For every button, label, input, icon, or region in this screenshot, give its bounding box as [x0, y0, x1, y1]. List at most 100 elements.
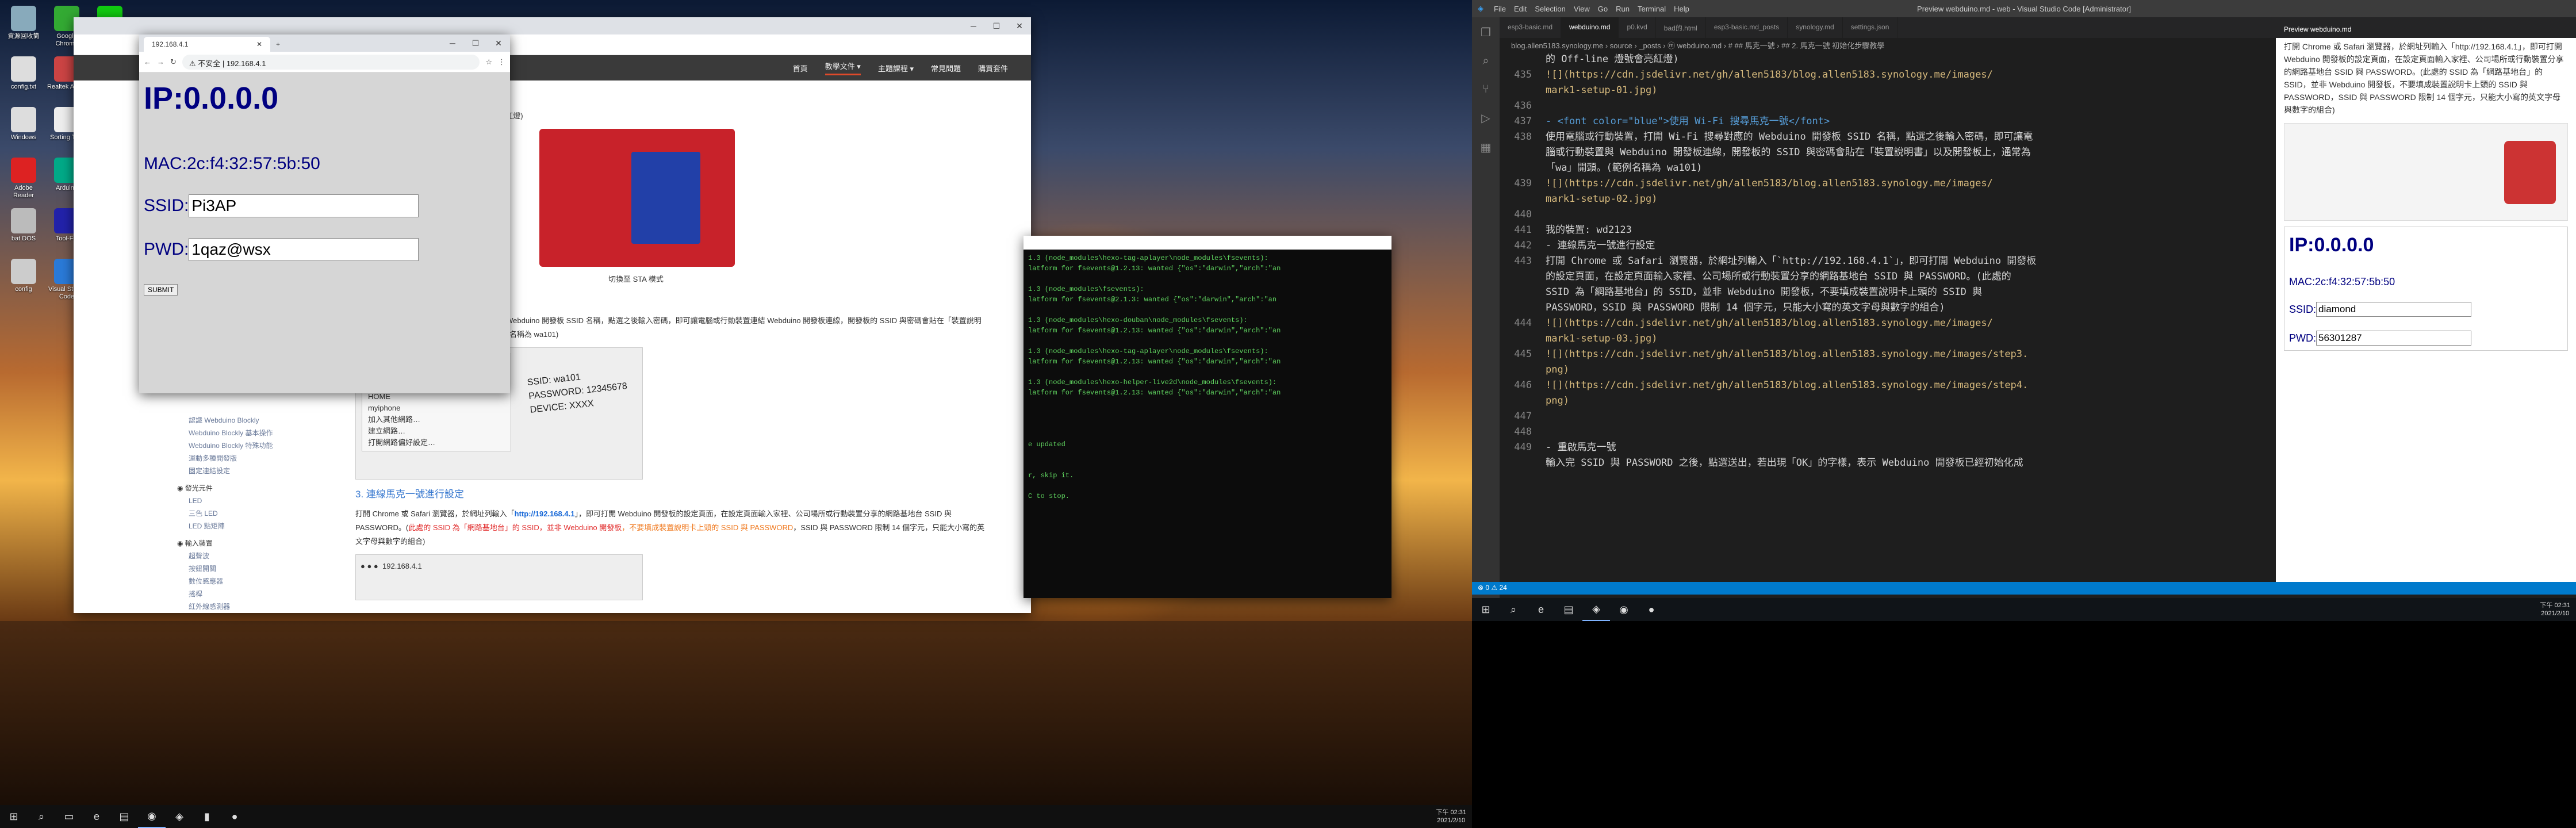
code-line: 449 - 重啟馬克一號 — [1500, 440, 2276, 455]
submit-button[interactable]: SUBMIT — [144, 284, 178, 296]
code-editor[interactable]: 的 Off-line 燈號會亮紅燈) 435 ![](https://cdn.jsd… — [1500, 52, 2276, 581]
forward-icon[interactable]: → — [157, 57, 164, 66]
start-icon[interactable]: ⊞ — [1472, 598, 1500, 621]
editor-tab[interactable]: esp3-basic.md — [1500, 17, 1562, 38]
close-icon[interactable]: ✕ — [1008, 17, 1031, 34]
search-icon[interactable]: ⌕ — [28, 805, 55, 828]
desktop-wallpaper-rocks — [0, 621, 1472, 805]
search-icon[interactable]: ⌕ — [1482, 55, 1489, 68]
desktop-icon[interactable]: config — [3, 259, 44, 293]
desktop-icon[interactable]: bat DOS — [3, 208, 44, 243]
line-text: mark1-setup-02.jpg) — [1546, 193, 1658, 205]
clock[interactable]: 下午 02:31 2021/2/10 — [2534, 601, 2576, 618]
menu-icon[interactable]: ⋮ — [498, 57, 505, 67]
nav-item[interactable]: 首頁 — [793, 63, 808, 74]
menu-item[interactable]: View — [1574, 5, 1590, 13]
new-tab-icon[interactable]: + — [270, 40, 286, 52]
tab-close-icon[interactable]: ✕ — [256, 40, 262, 48]
menu-item[interactable]: Help — [1674, 5, 1689, 13]
desktop-icon[interactable]: 資源回收筒 — [3, 6, 44, 40]
sidebar-item[interactable]: 固定連結設定 — [177, 465, 281, 477]
sidebar-item[interactable]: 三色 LED — [177, 507, 281, 520]
code-line: SSID 為「網路基地台」的 SSID，並非 Webduino 開發板，不要填成… — [1500, 285, 2276, 300]
sidebar-group[interactable]: ◉ 發光元件 — [177, 482, 281, 494]
maximize-icon[interactable]: ☐ — [985, 17, 1008, 34]
extensions-icon[interactable]: ▦ — [1481, 140, 1492, 155]
desktop-icon[interactable]: Windows — [3, 107, 44, 141]
preview-tab[interactable]: Preview webduino.md — [2276, 17, 2576, 38]
menu-item[interactable]: Run — [1616, 5, 1630, 13]
clock[interactable]: 下午 02:31 2021/2/10 — [1430, 808, 1472, 825]
back-icon[interactable]: ← — [144, 57, 151, 66]
line-text: ![](https://cdn.jsdelivr.net/gh/allen518… — [1546, 317, 1993, 329]
task-view-icon[interactable]: ▭ — [55, 805, 83, 828]
source-control-icon[interactable]: ⑂ — [1482, 83, 1489, 96]
edge-icon[interactable]: e — [1527, 598, 1555, 621]
run-icon[interactable]: ▷ — [1481, 111, 1490, 125]
editor-tab[interactable]: bad的.html — [1656, 17, 1706, 38]
desktop-icon[interactable]: config.txt — [3, 56, 44, 91]
close-icon[interactable]: ✕ — [487, 34, 510, 52]
sidebar-item[interactable]: 超聲波 — [177, 550, 281, 562]
nav-item[interactable]: 主題課程 ▾ — [878, 63, 914, 74]
nav-item[interactable]: 購買套件 — [978, 63, 1008, 74]
menu-item[interactable]: Edit — [1514, 5, 1527, 13]
vscode-icon[interactable]: ◈ — [1582, 598, 1610, 621]
sidebar-item[interactable]: 認識 Webduino Blockly — [177, 414, 281, 427]
maximize-icon[interactable]: ☐ — [464, 34, 487, 52]
sidebar-item[interactable]: 搖桿 — [177, 588, 281, 600]
vscode-icon[interactable]: ◈ — [166, 805, 193, 828]
editor-tab[interactable]: settings.json — [1843, 17, 1898, 38]
preview-pwd-input[interactable] — [2316, 331, 2471, 346]
nav-item[interactable]: 教學文件 ▾ — [825, 60, 861, 75]
menu-item[interactable]: Selection — [1535, 5, 1565, 13]
line-number: 437 — [1514, 116, 1532, 127]
sidebar-item[interactable]: LED — [177, 494, 281, 507]
edge-icon[interactable]: e — [83, 805, 110, 828]
search-icon[interactable]: ⌕ — [1500, 598, 1527, 621]
sidebar-item[interactable]: Webduino Blockly 特殊功能 — [177, 439, 281, 452]
ssid-input[interactable] — [189, 194, 419, 217]
minimize-icon[interactable]: ─ — [441, 34, 464, 52]
setup-url-link[interactable]: http://192.168.4.1 — [515, 509, 575, 518]
problems-count[interactable]: ⊗ 0 ⚠ 24 — [1478, 584, 1507, 592]
terminal-line: 1.3 (node_modules\fsevents): — [1028, 285, 1144, 293]
start-icon[interactable]: ⊞ — [0, 805, 28, 828]
esp-tab[interactable]: 192.168.4.1 ✕ — [144, 37, 270, 52]
chrome-icon[interactable]: ◉ — [1610, 598, 1638, 621]
sidebar-item[interactable]: 紅外線感測器 — [177, 600, 281, 613]
preview-ssid-input[interactable] — [2316, 302, 2472, 317]
sidebar-item[interactable]: LED 點矩陣 — [177, 520, 281, 532]
editor-tab[interactable]: esp3-basic.md_posts — [1706, 17, 1788, 38]
explorer-icon[interactable]: ▤ — [110, 805, 138, 828]
editor-tab[interactable]: synology.md — [1788, 17, 1843, 38]
star-icon[interactable]: ☆ — [485, 57, 492, 67]
explorer-icon[interactable]: ❐ — [1481, 25, 1491, 40]
sidebar-group[interactable]: ◉ 輸入裝置 — [177, 537, 281, 550]
terminal-line: 1.3 (node_modules\hexo-tag-aplayer\node_… — [1028, 347, 1268, 355]
explorer-icon[interactable]: ▤ — [1555, 598, 1582, 621]
menu-item[interactable]: Terminal — [1638, 5, 1666, 13]
minimize-icon[interactable]: ─ — [962, 17, 985, 34]
menu-item[interactable]: Go — [1598, 5, 1608, 13]
terminal-icon[interactable]: ▮ — [193, 805, 221, 828]
terminal-line: r, skip it. — [1028, 471, 1074, 480]
desktop-icon[interactable]: Adobe Reader — [3, 158, 44, 200]
reload-icon[interactable]: ↻ — [170, 57, 177, 67]
line-icon[interactable]: ● — [1638, 598, 1665, 621]
code-line: 435 ![](https://cdn.jsdelivr.net/gh/allen… — [1500, 67, 2276, 83]
nav-item[interactable]: 常見問題 — [931, 63, 961, 74]
line-icon[interactable]: ● — [221, 805, 248, 828]
sidebar-item[interactable]: 運動多種開發版 — [177, 452, 281, 465]
esp-setup-window: 192.168.4.1 ✕ + ─ ☐ ✕ ← → ↻ ⚠ 不安全 | 192.1… — [139, 34, 510, 393]
sidebar-item[interactable]: 數位感應器 — [177, 575, 281, 588]
pwd-input[interactable] — [189, 238, 419, 261]
sidebar-item[interactable]: Webduino Blockly 基本操作 — [177, 427, 281, 439]
editor-tab[interactable]: p0.kvd — [1619, 17, 1656, 38]
sidebar-item[interactable]: 按鈕開關 — [177, 562, 281, 575]
code-line: 的設定頁面，在設定頁面輸入家裡、公司場所或行動裝置分享的網路基地台 SSID 與… — [1500, 269, 2276, 285]
editor-tab[interactable]: webduino.md — [1561, 17, 1619, 38]
esp-url-field[interactable]: ⚠ 不安全 | 192.168.4.1 — [182, 54, 480, 70]
chrome-icon[interactable]: ◉ — [138, 805, 166, 828]
menu-item[interactable]: File — [1494, 5, 1506, 13]
